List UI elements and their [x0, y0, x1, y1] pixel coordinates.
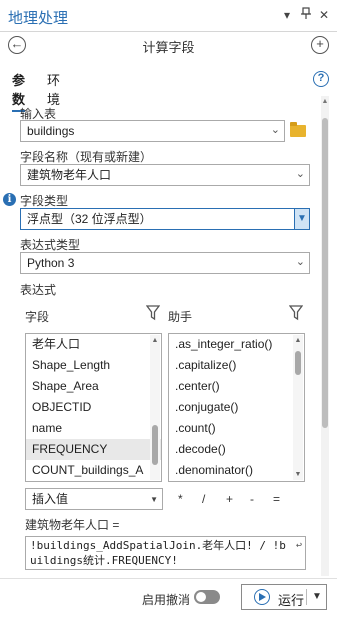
chevron-down-icon: ⌄ — [295, 256, 305, 268]
input-table-value: buildings — [27, 124, 75, 138]
run-button[interactable]: 运行 ▼ — [241, 584, 327, 610]
scroll-thumb[interactable] — [295, 351, 301, 375]
folder-icon[interactable] — [290, 122, 306, 137]
pin-icon[interactable] — [299, 7, 313, 23]
filter-icon[interactable] — [288, 305, 304, 321]
word-wrap-icon[interactable]: ↩ — [296, 538, 302, 553]
expression-target-label: 建筑物老年人口 = — [25, 518, 120, 532]
enable-undo-toggle[interactable] — [194, 590, 220, 604]
tab-environments[interactable]: 环境 — [47, 70, 60, 108]
operator-plus-button[interactable]: + — [226, 492, 233, 506]
scroll-up-icon[interactable]: ▲ — [321, 98, 329, 105]
helpers-scrollbar[interactable]: ▲ ▼ — [293, 335, 303, 480]
list-item[interactable]: .count() — [169, 418, 304, 439]
scroll-thumb[interactable] — [322, 118, 328, 428]
enable-undo-label: 启用撤消 — [142, 593, 191, 607]
scroll-down-icon[interactable]: ▼ — [293, 471, 303, 478]
list-item[interactable]: COUNT_buildings_A — [26, 460, 161, 481]
insert-values-value: 插入值 — [32, 492, 69, 506]
scroll-up-icon[interactable]: ▲ — [150, 337, 160, 344]
footer-bar: 启用撤消 运行 ▼ — [0, 578, 337, 618]
helpers-header: 助手 — [168, 310, 193, 324]
list-item-selected[interactable]: FREQUENCY — [26, 439, 161, 460]
list-item[interactable]: .center() — [169, 376, 304, 397]
field-type-label: 字段类型 — [20, 194, 69, 208]
list-item[interactable]: OBJECTID — [26, 397, 161, 418]
scroll-thumb[interactable] — [152, 425, 158, 465]
operator-equals-button[interactable]: = — [273, 492, 280, 506]
expression-type-select[interactable]: Python 3 ⌄ — [20, 252, 310, 274]
operator-minus-button[interactable]: - — [250, 492, 254, 506]
pane-options-icon[interactable]: ▾ — [280, 7, 294, 23]
list-item[interactable]: .decode() — [169, 439, 304, 460]
field-type-select[interactable]: 浮点型（32 位浮点型） ▼ — [20, 208, 310, 230]
chevron-down-icon[interactable]: ▼ — [312, 591, 322, 602]
window-titlebar: 地理处理 ▾ ✕ — [0, 0, 337, 32]
list-item[interactable]: Shape_Area — [26, 376, 161, 397]
play-icon — [254, 589, 270, 605]
insert-values-select[interactable]: 插入值 ▼ — [25, 488, 163, 510]
list-item[interactable]: .denominator() — [169, 460, 304, 481]
toggle-knob — [196, 592, 206, 602]
run-label: 运行 — [278, 593, 305, 608]
chevron-down-icon: ⌄ — [270, 124, 280, 136]
field-name-label: 字段名称（现有或新建） — [20, 150, 153, 164]
expression-type-label: 表达式类型 — [20, 238, 81, 252]
expression-editor[interactable]: !buildings_AddSpatialJoin.老年人口! / !build… — [25, 536, 306, 570]
operator-divide-button[interactable]: / — [202, 492, 205, 506]
tool-title: 计算字段 — [142, 40, 195, 55]
expression-type-value: Python 3 — [27, 256, 75, 270]
helpers-list[interactable]: .as_integer_ratio() .capitalize() .cente… — [168, 333, 305, 482]
window-title: 地理处理 — [8, 10, 69, 27]
filter-icon[interactable] — [145, 305, 161, 321]
tool-nav: ← 计算字段 + — [0, 33, 337, 59]
expression-label: 表达式 — [20, 283, 57, 297]
close-icon[interactable]: ✕ — [317, 7, 331, 23]
chevron-down-icon: ▼ — [150, 495, 158, 504]
chevron-down-icon: ▼ — [294, 208, 310, 230]
list-item[interactable]: .capitalize() — [169, 355, 304, 376]
chevron-down-icon: ⌄ — [295, 168, 305, 180]
plus-icon[interactable]: + — [311, 36, 329, 54]
list-item[interactable]: 老年人口 — [26, 334, 161, 355]
scroll-up-icon[interactable]: ▲ — [293, 337, 303, 344]
operator-multiply-button[interactable]: * — [178, 492, 183, 506]
fields-scrollbar[interactable]: ▲ — [150, 335, 160, 480]
field-name-select[interactable]: 建筑物老年人口 ⌄ — [20, 164, 310, 186]
input-table-select[interactable]: buildings ⌄ — [20, 120, 285, 142]
divider — [306, 589, 307, 605]
list-item[interactable]: Shape_Length — [26, 355, 161, 376]
field-type-value: 浮点型（32 位浮点型） — [27, 212, 152, 226]
fields-list[interactable]: 老年人口 Shape_Length Shape_Area OBJECTID na… — [25, 333, 162, 482]
list-item[interactable]: .as_integer_ratio() — [169, 334, 304, 355]
list-item[interactable]: name — [26, 418, 161, 439]
field-name-value: 建筑物老年人口 — [27, 168, 112, 182]
help-icon[interactable]: ? — [313, 71, 329, 87]
list-item[interactable]: .conjugate() — [169, 397, 304, 418]
fields-header: 字段 — [25, 310, 50, 324]
pane-scrollbar[interactable]: ▲ — [321, 96, 329, 576]
expression-code: !buildings_AddSpatialJoin.老年人口! / !build… — [30, 539, 286, 567]
info-icon[interactable]: i — [3, 193, 16, 206]
